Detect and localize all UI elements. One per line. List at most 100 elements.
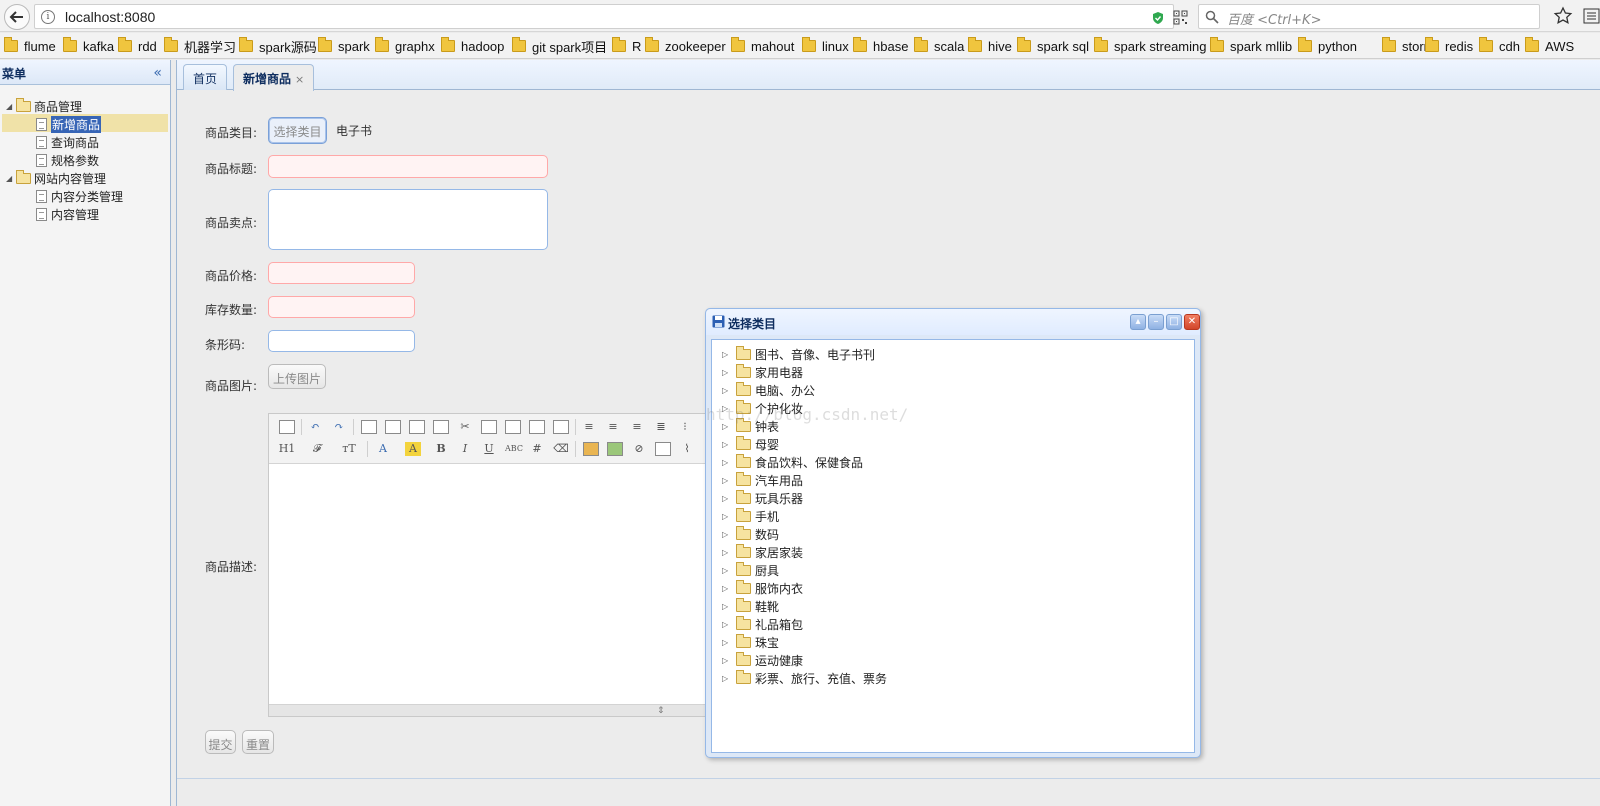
expand-arrow-icon[interactable]: ▷ xyxy=(722,656,736,665)
expand-arrow-icon[interactable]: ▷ xyxy=(722,440,736,449)
search-placeholder[interactable]: 百度 <Ctrl+K> xyxy=(1227,9,1321,28)
bookmark-item[interactable]: R xyxy=(612,37,641,55)
expand-arrow-icon[interactable]: ▷ xyxy=(722,368,736,377)
bookmark-item[interactable]: scala xyxy=(914,37,964,55)
align-left-icon[interactable]: ≡ xyxy=(581,420,597,434)
sidebar-item-content-category[interactable]: 内容分类管理 xyxy=(36,187,123,205)
search-bar[interactable]: 百度 <Ctrl+K> xyxy=(1198,4,1540,29)
bookmark-item[interactable]: redis xyxy=(1425,37,1473,55)
sidebar-item-add-goods[interactable]: 新增商品 xyxy=(36,115,102,133)
expand-arrow-icon[interactable]: ▷ xyxy=(722,566,736,575)
submit-button[interactable]: 提交 xyxy=(205,730,236,754)
bookmark-item[interactable]: 机器学习 xyxy=(164,37,236,55)
bookmark-item[interactable]: flume xyxy=(4,37,56,55)
eraser-icon[interactable]: ⌫ xyxy=(553,442,569,456)
bookmark-item[interactable]: spark xyxy=(318,37,370,55)
bookmark-item[interactable]: linux xyxy=(802,37,849,55)
strikethrough-icon[interactable]: ABC xyxy=(503,442,525,456)
category-node[interactable]: ▷ 汽车用品 xyxy=(722,471,803,489)
bookmark-item[interactable]: zookeeper xyxy=(645,37,726,55)
dialog-header[interactable]: 选择类目 ▴ – □ ✕ xyxy=(706,309,1200,335)
category-node[interactable]: ▷ 数码 xyxy=(722,525,779,543)
info-icon[interactable]: i xyxy=(41,10,55,24)
sidebar-item-query-goods[interactable]: 查询商品 xyxy=(36,133,99,151)
category-node[interactable]: ▷ 服饰内衣 xyxy=(722,579,803,597)
bookmark-star-icon[interactable] xyxy=(1553,6,1573,26)
title-input[interactable] xyxy=(268,155,548,178)
expand-arrow-icon[interactable]: ▷ xyxy=(722,620,736,629)
url-bar[interactable]: i localhost:8080 xyxy=(34,4,1215,29)
close-icon[interactable]: ✕ xyxy=(1184,314,1200,330)
bookmark-item[interactable]: spark mllib xyxy=(1210,37,1292,55)
expand-arrow-icon[interactable]: ▷ xyxy=(722,530,736,539)
expand-arrow-icon[interactable]: ▷ xyxy=(722,512,736,521)
ordered-list-icon[interactable]: ⁝ xyxy=(677,420,693,434)
resize-handle-icon[interactable]: ⇕ xyxy=(657,706,665,716)
url-text[interactable]: localhost:8080 xyxy=(65,9,155,25)
category-node[interactable]: ▷ 彩票、旅行、充值、票务 xyxy=(722,669,887,687)
table-icon[interactable]: # xyxy=(529,442,545,456)
back-button[interactable] xyxy=(4,4,30,30)
bookmark-item[interactable]: cdh xyxy=(1479,37,1520,55)
collapse-icon[interactable]: « xyxy=(153,65,162,81)
bookmark-item[interactable]: spark源码 xyxy=(239,37,317,55)
undo-icon[interactable]: ↶ xyxy=(307,420,323,434)
expanded-arrow-icon[interactable]: ◢ xyxy=(6,174,16,183)
category-node[interactable]: ▷ 手机 xyxy=(722,507,779,525)
qrcode-icon[interactable] xyxy=(1173,10,1188,25)
shield-icon[interactable] xyxy=(1151,11,1165,25)
category-node[interactable]: ▷ 图书、音像、电子书刊 xyxy=(722,345,875,363)
attachment-icon[interactable]: ⌇ xyxy=(679,442,695,456)
reset-button[interactable]: 重置 xyxy=(242,730,274,754)
bookmark-item[interactable]: kafka xyxy=(63,37,114,55)
collapse-icon[interactable]: ▴ xyxy=(1130,314,1146,330)
underline-icon[interactable]: U xyxy=(481,442,497,456)
expand-arrow-icon[interactable]: ▷ xyxy=(722,350,736,359)
category-node[interactable]: ▷ 鞋靴 xyxy=(722,597,779,615)
image-icon[interactable] xyxy=(583,442,599,456)
maximize-icon[interactable]: □ xyxy=(1166,314,1182,330)
bookmark-item[interactable]: AWS xyxy=(1525,37,1574,55)
sidebar-item-spec-params[interactable]: 规格参数 xyxy=(36,151,99,169)
cut-icon[interactable]: ✂ xyxy=(457,420,473,434)
align-center-icon[interactable]: ≡ xyxy=(605,420,621,434)
expand-arrow-icon[interactable]: ▷ xyxy=(722,638,736,647)
barcode-input[interactable] xyxy=(268,330,415,352)
bookmark-item[interactable]: mahout xyxy=(731,37,794,55)
expand-arrow-icon[interactable]: ▷ xyxy=(722,458,736,467)
category-node[interactable]: ▷ 家用电器 xyxy=(722,363,803,381)
sidebar-item-content-manage[interactable]: 内容管理 xyxy=(36,205,99,223)
category-node[interactable]: ▷ 食品饮料、保健食品 xyxy=(722,453,863,471)
expanded-arrow-icon[interactable]: ◢ xyxy=(6,102,16,111)
stock-input[interactable] xyxy=(268,296,415,318)
bookmark-item[interactable]: hive xyxy=(968,37,1012,55)
bookmark-item[interactable]: spark streaming xyxy=(1094,37,1206,55)
minimize-icon[interactable]: – xyxy=(1148,314,1164,330)
font-family-icon[interactable]: 𝓕 xyxy=(309,442,325,456)
font-size-icon[interactable]: тT xyxy=(339,442,359,456)
bookmark-item[interactable]: git spark项目 xyxy=(512,37,607,55)
expand-arrow-icon[interactable]: ▷ xyxy=(722,584,736,593)
bold-icon[interactable]: B xyxy=(433,442,449,456)
align-right-icon[interactable]: ≡ xyxy=(629,420,645,434)
category-node[interactable]: ▷ 母婴 xyxy=(722,435,779,453)
category-node[interactable]: ▷ 家居家装 xyxy=(722,543,803,561)
bookmark-item[interactable]: python xyxy=(1298,37,1357,55)
italic-icon[interactable]: I xyxy=(457,442,473,456)
flash-icon[interactable]: ⊘ xyxy=(631,442,647,456)
select-category-button[interactable]: 选择类目 xyxy=(268,117,327,144)
category-node[interactable]: ▷ 电脑、办公 xyxy=(722,381,815,399)
preview-icon[interactable] xyxy=(361,420,377,434)
expand-arrow-icon[interactable]: ▷ xyxy=(722,548,736,557)
redo-icon[interactable]: ↷ xyxy=(331,420,347,434)
highlight-color-icon[interactable]: A xyxy=(405,442,421,456)
font-color-icon[interactable]: A xyxy=(375,442,391,456)
rich-text-editor[interactable]: ↶ ↷ ✂ ≡ ≡ ≡ ≣ ⁝ H1 𝓕 тT A A B I U ABC # … xyxy=(268,413,706,717)
template-icon[interactable] xyxy=(409,420,425,434)
tree-group-goods[interactable]: ◢ 商品管理 xyxy=(6,97,82,115)
paste-word-icon[interactable] xyxy=(553,420,569,434)
price-input[interactable] xyxy=(268,262,415,284)
category-node[interactable]: ▷ 礼品箱包 xyxy=(722,615,803,633)
align-justify-icon[interactable]: ≣ xyxy=(653,420,669,434)
bookmark-item[interactable]: spark sql xyxy=(1017,37,1089,55)
